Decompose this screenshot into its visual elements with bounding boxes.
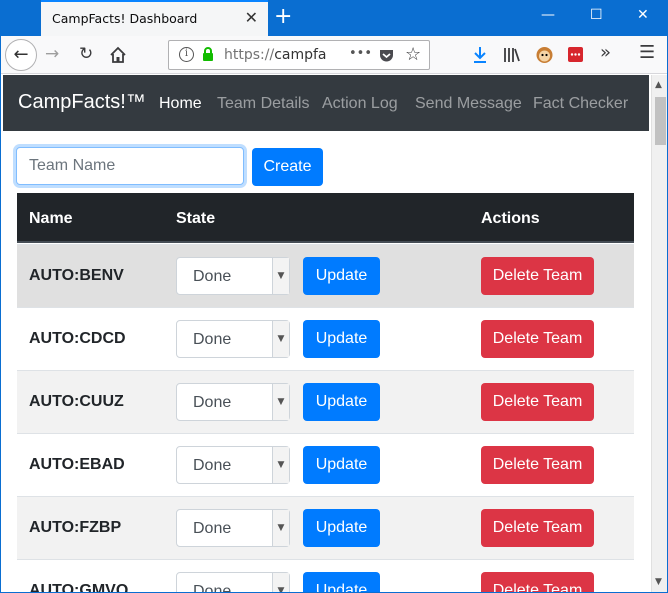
nav-fact-checker[interactable]: Fact Checker [533, 95, 628, 113]
header-actions: Actions [481, 210, 540, 227]
close-tab-icon[interactable]: ✕ [245, 9, 258, 27]
chevron-down-icon: ▼ [272, 447, 289, 483]
delete-team-button[interactable]: Delete Team [481, 383, 594, 421]
reload-icon[interactable]: ↻ [79, 44, 93, 64]
team-name-cell: AUTO:CDCD [29, 330, 126, 347]
delete-team-button[interactable]: Delete Team [481, 320, 594, 358]
page-actions-icon[interactable]: ••• [349, 46, 372, 61]
state-select-value: Done [193, 331, 232, 348]
window-border-left [0, 36, 1, 593]
delete-team-button[interactable]: Delete Team [481, 446, 594, 484]
hamburger-menu-icon[interactable]: ☰ [639, 43, 655, 63]
page-scrollbar[interactable]: ▲ ▼ [651, 75, 668, 593]
team-name-cell: AUTO:EBAD [29, 456, 125, 473]
state-select-value: Done [193, 520, 232, 537]
table-row: AUTO:CUUZ Done ▼ Update Delete Team [17, 370, 634, 433]
chevron-down-icon: ▼ [272, 384, 289, 420]
delete-team-button[interactable]: Delete Team [481, 257, 594, 295]
team-name-input[interactable] [16, 147, 244, 185]
table-header: Name State Actions [17, 193, 634, 243]
window-close-icon[interactable]: ✕ [637, 6, 649, 24]
monkey-extension-icon[interactable] [535, 45, 554, 64]
state-select[interactable]: Done ▼ [176, 446, 290, 484]
back-arrow-icon[interactable]: ← [5, 39, 37, 71]
pocket-icon[interactable] [378, 47, 395, 64]
update-button[interactable]: Update [303, 572, 380, 593]
state-select-value: Done [193, 457, 232, 474]
update-button[interactable]: Update [303, 509, 380, 547]
state-select-value: Done [193, 394, 232, 411]
update-button[interactable]: Update [303, 320, 380, 358]
state-select[interactable]: Done ▼ [176, 320, 290, 358]
scroll-down-icon[interactable]: ▼ [655, 577, 662, 587]
forward-arrow-icon[interactable]: → [45, 44, 59, 64]
state-select[interactable]: Done ▼ [176, 572, 290, 593]
table-row: AUTO:CDCD Done ▼ Update Delete Team [17, 307, 634, 370]
header-name: Name [29, 210, 73, 227]
lock-icon[interactable] [202, 47, 214, 62]
red-extension-icon[interactable] [567, 46, 584, 63]
url-text: https://campfa [224, 47, 327, 63]
scroll-thumb[interactable] [655, 97, 666, 145]
team-name-cell: AUTO:BENV [29, 267, 124, 284]
tab-title: CampFacts! Dashboard [52, 11, 198, 26]
update-button[interactable]: Update [303, 383, 380, 421]
new-tab-button[interactable]: + [274, 5, 292, 29]
update-button[interactable]: Update [303, 446, 380, 484]
minimize-icon[interactable]: — [541, 6, 555, 24]
scroll-up-icon[interactable]: ▲ [655, 80, 662, 90]
maximize-icon[interactable]: ☐ [590, 6, 603, 24]
overflow-chevron-icon[interactable]: » [600, 43, 611, 63]
browser-titlebar: CampFacts! Dashboard ✕ + — ☐ ✕ [0, 0, 668, 36]
nav-action-log[interactable]: Action Log [322, 95, 398, 113]
table-row: AUTO:BENV Done ▼ Update Delete Team [17, 244, 634, 307]
bookmark-star-icon[interactable]: ☆ [405, 44, 421, 65]
chevron-down-icon: ▼ [272, 510, 289, 546]
nav-send-message[interactable]: Send Message [415, 95, 522, 113]
state-select[interactable]: Done ▼ [176, 383, 290, 421]
browser-toolbar: ← → ↻ i https://campfa ••• ☆ » ☰ [0, 36, 668, 74]
delete-team-button[interactable]: Delete Team [481, 509, 594, 547]
nav-home[interactable]: Home [159, 95, 202, 113]
team-name-cell: AUTO:CUUZ [29, 393, 124, 410]
state-select-value: Done [193, 268, 232, 285]
header-state: State [176, 210, 216, 227]
table-row: AUTO:GMVQ Done ▼ Update Delete Team [17, 559, 634, 593]
download-icon[interactable] [472, 46, 488, 64]
create-team-button[interactable]: Create [252, 148, 323, 186]
url-bar[interactable]: i https://campfa ••• ☆ [168, 40, 430, 70]
brand-logo[interactable]: CampFacts!™ [18, 91, 146, 114]
home-icon[interactable] [109, 46, 127, 64]
browser-tab[interactable]: CampFacts! Dashboard ✕ [41, 0, 268, 36]
table-row: AUTO:FZBP Done ▼ Update Delete Team [17, 496, 634, 559]
table-row: AUTO:EBAD Done ▼ Update Delete Team [17, 433, 634, 496]
state-select[interactable]: Done ▼ [176, 509, 290, 547]
info-icon[interactable]: i [179, 47, 194, 62]
delete-team-button[interactable]: Delete Team [481, 572, 594, 593]
chevron-down-icon: ▼ [272, 258, 289, 294]
team-name-cell: AUTO:FZBP [29, 519, 122, 536]
state-select[interactable]: Done ▼ [176, 257, 290, 295]
library-icon[interactable] [503, 46, 521, 63]
chevron-down-icon: ▼ [272, 573, 289, 593]
nav-team-details[interactable]: Team Details [217, 95, 309, 113]
update-button[interactable]: Update [303, 257, 380, 295]
app-navbar: CampFacts!™ Home Team Details Action Log… [3, 75, 649, 131]
chevron-down-icon: ▼ [272, 321, 289, 357]
